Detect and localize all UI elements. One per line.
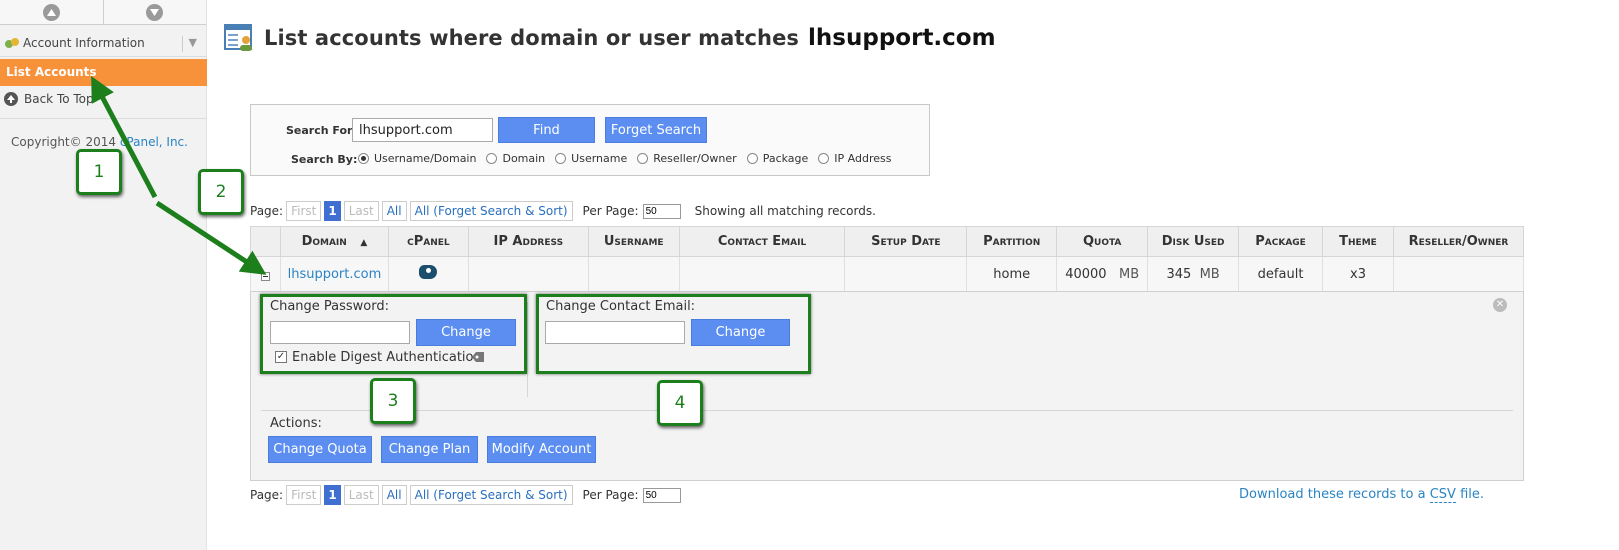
annotation-arrows — [91, 75, 267, 275]
annotation-label-3: 3 — [370, 378, 416, 424]
annotation-label-1: 1 — [76, 149, 122, 195]
annotation-label-4: 4 — [657, 380, 703, 426]
annotation-label-2: 2 — [198, 169, 244, 215]
highlight-change-password — [260, 294, 527, 374]
highlight-change-email — [536, 294, 811, 374]
